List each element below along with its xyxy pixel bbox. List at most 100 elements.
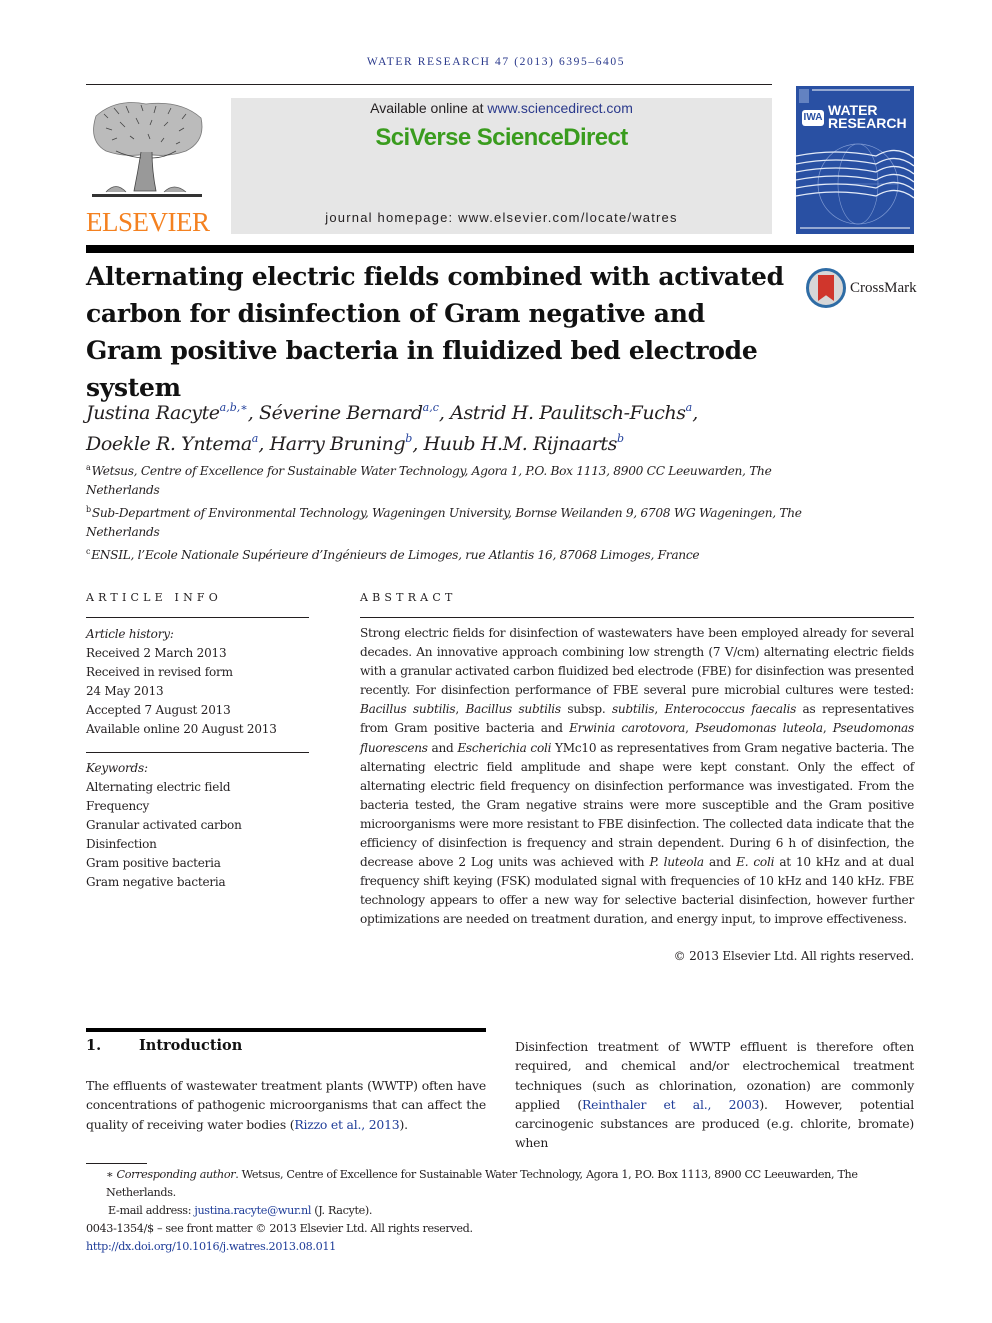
iwa-badge: IWA <box>802 110 824 126</box>
author-separator: , <box>692 402 698 424</box>
citation-link[interactable]: Reinthaler et al., 2003 <box>582 1097 759 1112</box>
corresponding-author-note: ∗ Corresponding author. Wetsus, Centre o… <box>86 1166 916 1202</box>
section-rule <box>86 1028 486 1032</box>
journal-homepage[interactable]: journal homepage: www.elsevier.com/locat… <box>231 210 772 225</box>
author-name: Harry Bruning <box>269 433 406 455</box>
elsevier-logo[interactable]: ELSEVIER <box>86 96 210 237</box>
corresponding-label: Corresponding author <box>116 1168 236 1181</box>
author-separator: , <box>438 402 451 424</box>
author-separator: , <box>247 402 260 424</box>
crossmark-icon <box>806 268 846 308</box>
affiliation-key: b <box>86 505 91 514</box>
species-name: subtilis <box>611 702 655 717</box>
crossmark-ribbon <box>818 275 834 301</box>
elsevier-tree-icon <box>92 102 203 197</box>
keyword: Alternating electric field <box>86 780 231 794</box>
email-note: E-mail address: justina.racyte@wur.nl (J… <box>86 1202 916 1220</box>
keyword: Gram positive bacteria <box>86 856 221 870</box>
author-name: Huub H.M. Rijnaarts <box>423 433 618 455</box>
email-label: E-mail address: <box>108 1204 195 1217</box>
author[interactable]: Huub H.M. Rijnaartsb <box>423 432 624 455</box>
text-run: and <box>427 740 458 755</box>
keyword: Disinfection <box>86 837 157 851</box>
citation-link[interactable]: Rizzo et al., 2013 <box>294 1117 399 1132</box>
text-run: , <box>685 721 696 736</box>
sciencedirect-brand[interactable]: SciVerse ScienceDirect <box>231 124 772 152</box>
species-name: Bacillus subtilis <box>360 702 456 717</box>
text-run: Strong electric fields for disinfection … <box>360 626 914 698</box>
keywords-rule <box>86 752 309 753</box>
keyword: Frequency <box>86 799 150 813</box>
history-item: Accepted 7 August 2013 <box>86 703 231 717</box>
issn-line: 0043-1354/$ – see front matter © 2013 El… <box>86 1222 473 1235</box>
keywords-heading: Keywords: <box>86 761 148 775</box>
available-online: Available online at www.sciencedirect.co… <box>231 100 772 116</box>
text-run: , <box>455 702 466 717</box>
available-online-prefix: Available online at <box>370 100 488 116</box>
abstract-rule <box>360 617 914 618</box>
article-history: Article history: Received 2 March 2013 R… <box>86 625 316 739</box>
text-run: , <box>822 721 833 736</box>
author-separator: , <box>258 433 270 455</box>
author-name: Justina Racyte <box>86 402 220 424</box>
text-run: YMc10 as representatives from Gram negat… <box>360 740 914 870</box>
abstract-body: Strong electric fields for disinfection … <box>360 624 914 930</box>
affiliation-key: c <box>86 547 91 556</box>
affiliation-text: Sub-Department of Environmental Technolo… <box>86 506 802 539</box>
author[interactable]: Justina Racytea,b,∗ <box>86 401 248 424</box>
species-name: E. coli <box>736 855 775 870</box>
crossmark-button[interactable]: CrossMark <box>806 268 918 310</box>
header-thick-rule <box>86 245 914 253</box>
author-name: Doekle R. Yntema <box>86 433 252 455</box>
elsevier-wordmark: ELSEVIER <box>86 207 210 237</box>
text-run: , <box>654 702 665 717</box>
author[interactable]: Séverine Bernarda,c <box>259 401 439 424</box>
section-heading-introduction: 1. Introduction <box>86 1037 242 1054</box>
doi-link[interactable]: http://dx.doi.org/10.1016/j.watres.2013.… <box>86 1240 336 1253</box>
email-link[interactable]: justina.racyte@wur.nl <box>194 1204 311 1217</box>
text-run: and <box>703 855 737 870</box>
email-suffix: (J. Racyte). <box>311 1204 373 1217</box>
crossmark-label: CrossMark <box>850 280 917 296</box>
footnote-rule <box>86 1163 147 1164</box>
introduction-paragraph-2: Disinfection treatment of WWTP effluent … <box>515 1037 914 1153</box>
journal-cover[interactable]: IWA WATER RESEARCH <box>796 86 914 234</box>
species-name: Escherichia coli <box>457 740 552 755</box>
author-affiliation-marker[interactable]: b <box>617 432 624 445</box>
history-item: Received 2 March 2013 <box>86 646 227 660</box>
footnote-marker: ∗ <box>106 1168 114 1181</box>
affiliation: cENSIL, l’Ecole Nationale Supérieure d’I… <box>86 542 846 565</box>
affiliation: aWetsus, Centre of Excellence for Sustai… <box>86 458 846 500</box>
affiliation: bSub-Department of Environmental Technol… <box>86 500 846 542</box>
history-item: 24 May 2013 <box>86 684 164 698</box>
section-number: 1. <box>86 1037 102 1054</box>
keyword: Granular activated carbon <box>86 818 242 832</box>
history-item: Received in revised form <box>86 665 233 679</box>
cover-title: WATER RESEARCH <box>828 103 907 130</box>
section-title: Introduction <box>139 1037 243 1054</box>
affiliation-text: Wetsus, Centre of Excellence for Sustain… <box>86 464 772 497</box>
author-name: Séverine Bernard <box>259 402 423 424</box>
text-run: ). <box>399 1116 408 1132</box>
species-name: P. luteola <box>649 855 704 870</box>
introduction-paragraph-1: The effluents of wastewater treatment pl… <box>86 1076 486 1134</box>
text-run: The effluents of wastewater treatment pl… <box>86 1078 486 1132</box>
species-name: Pseudomonas luteola <box>695 721 823 736</box>
abstract-heading: ABSTRACT <box>360 591 457 604</box>
text-run: subsp. <box>560 702 612 717</box>
affiliations: aWetsus, Centre of Excellence for Sustai… <box>86 458 846 565</box>
sciencedirect-link[interactable]: www.sciencedirect.com <box>487 100 633 116</box>
article-info-heading: ARTICLE INFO <box>86 591 222 604</box>
header-rule <box>86 84 772 85</box>
history-item: Available online 20 August 2013 <box>86 722 277 736</box>
author-affiliation-marker[interactable]: a,c <box>423 401 439 414</box>
author[interactable]: Doekle R. Yntemaa <box>86 432 258 455</box>
author-affiliation-marker[interactable]: a,b,∗ <box>220 401 248 414</box>
author[interactable]: Harry Bruningb <box>269 432 413 455</box>
author[interactable]: Astrid H. Paulitsch-Fuchsa <box>450 401 692 424</box>
author-separator: , <box>412 433 424 455</box>
keyword: Gram negative bacteria <box>86 875 226 889</box>
author-list: Justina Racytea,b,∗, Séverine Bernarda,c… <box>86 395 846 457</box>
sciencedirect-banner: Available online at www.sciencedirect.co… <box>231 98 772 234</box>
affiliation-text: ENSIL, l’Ecole Nationale Supérieure d’In… <box>91 548 700 562</box>
